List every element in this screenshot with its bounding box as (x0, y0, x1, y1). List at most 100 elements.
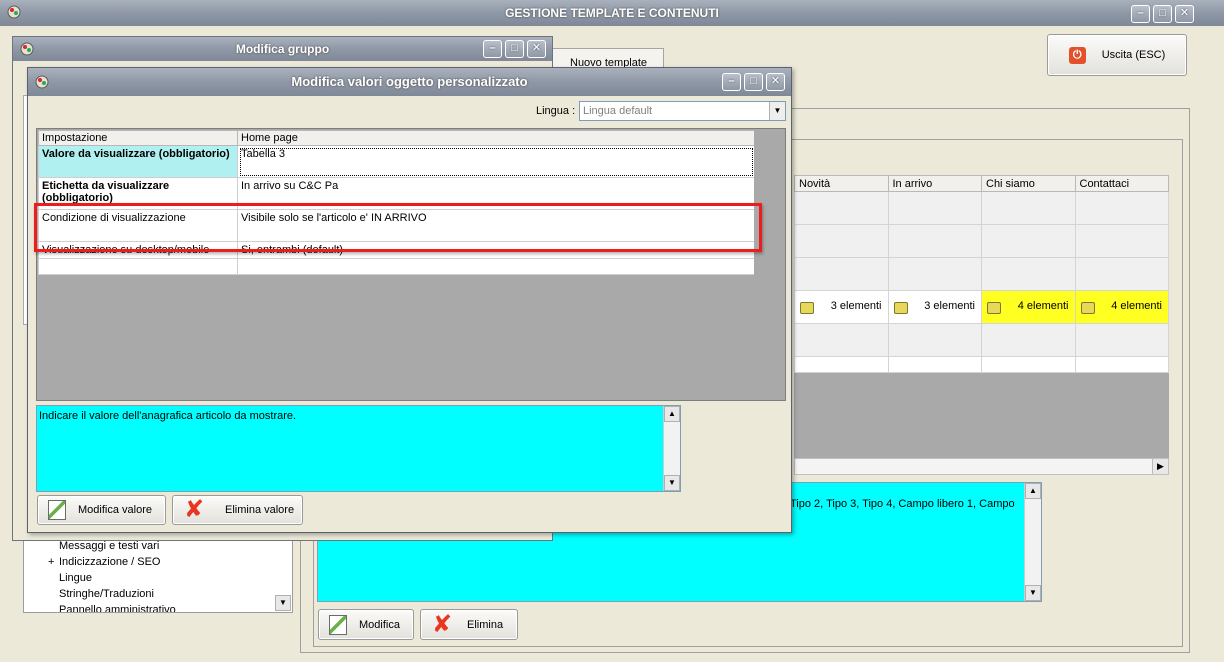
grid-cell[interactable] (794, 356, 889, 373)
minimize-icon[interactable]: – (483, 40, 502, 58)
close-icon[interactable]: ✕ (766, 73, 785, 91)
grid-cell[interactable] (887, 224, 982, 258)
grid-cell[interactable] (1074, 191, 1169, 225)
close-icon[interactable]: ✕ (527, 40, 546, 58)
language-label: Lingua : (536, 105, 576, 117)
chevron-down-icon[interactable]: ▼ (769, 102, 785, 120)
scroll-down-icon[interactable]: ▼ (1025, 585, 1041, 601)
settings-tree[interactable]: Messaggi e testi vari + Indicizzazione /… (23, 530, 293, 613)
grid-cell[interactable] (887, 323, 982, 357)
properties-header[interactable]: Home page (237, 130, 755, 146)
grid-cell[interactable] (981, 224, 1076, 258)
edit-icon (329, 614, 347, 635)
template-description-text: Tipo 2, Tipo 3, Tipo 4, Campo libero 1, … (790, 498, 1015, 510)
highlight-box (34, 203, 762, 252)
group-titlebar: Modifica gruppo – □ ✕ (13, 37, 552, 61)
grid-cell[interactable] (1074, 224, 1169, 258)
grid-cell[interactable] (794, 191, 889, 225)
grid-cell[interactable] (887, 257, 982, 291)
maximize-icon[interactable]: □ (505, 40, 524, 58)
values-titlebar: Modifica valori oggetto personalizzato –… (28, 68, 791, 96)
grid-horizontal-scrollbar[interactable]: ▶ (794, 458, 1169, 475)
grid-cell[interactable] (1074, 323, 1169, 357)
grid-header[interactable]: Novità (794, 175, 889, 192)
modifica-valore-label: Modifica valore (78, 504, 152, 516)
template-grid: Novità In arrivo Chi siamo Contattaci 3 … (794, 175, 1169, 475)
properties-grid: Impostazione Home page Valore da visuali… (36, 128, 786, 401)
values-window-title: Modifica valori oggetto personalizzato (291, 74, 528, 89)
folder-icon (800, 302, 814, 314)
grid-count-cell[interactable]: 3 elementi (794, 290, 889, 324)
grid-cell[interactable] (981, 323, 1076, 357)
elimina-valore-label: Elimina valore (225, 504, 295, 516)
minimize-icon[interactable]: – (1131, 5, 1150, 23)
edit-icon (48, 500, 66, 520)
count-label: 4 elementi (1017, 300, 1069, 312)
delete-icon: ✘ (183, 496, 205, 523)
folder-icon (893, 302, 908, 314)
scroll-up-icon[interactable]: ▲ (1025, 483, 1041, 499)
property-name[interactable]: Valore da visualizzare (obbligatorio) (38, 145, 238, 178)
values-window: Modifica valori oggetto personalizzato –… (27, 67, 792, 533)
grid-cell[interactable] (794, 323, 889, 357)
maximize-icon[interactable]: □ (744, 73, 763, 91)
grid-cell[interactable] (794, 257, 889, 291)
close-icon[interactable]: ✕ (1175, 5, 1194, 23)
delete-icon: ✘ (431, 610, 453, 638)
modifica-valore-button[interactable]: Modifica valore (37, 495, 166, 525)
grid-count-cell[interactable]: 4 elementi (981, 290, 1076, 324)
language-select[interactable]: Lingua default ▼ (579, 101, 786, 121)
minimize-icon[interactable]: – (722, 73, 741, 91)
modifica-label: Modifica (359, 618, 400, 631)
group-window-title: Modifica gruppo (235, 42, 330, 56)
elimina-button[interactable]: ✘ Elimina (420, 609, 518, 640)
grid-header[interactable]: In arrivo (887, 175, 982, 192)
grid-cell[interactable] (794, 224, 889, 258)
grid-cell[interactable] (1074, 356, 1169, 373)
tree-item[interactable]: Pannello amministrativo (59, 604, 176, 612)
scroll-right-icon[interactable]: ▶ (1152, 459, 1168, 474)
grid-cell[interactable] (887, 356, 982, 373)
elimina-label: Elimina (467, 618, 504, 631)
properties-header[interactable]: Impostazione (38, 130, 238, 146)
grid-count-cell[interactable]: 4 elementi (1074, 290, 1169, 324)
app-icon (7, 5, 21, 19)
scroll-down-icon[interactable]: ▼ (275, 595, 291, 611)
tree-item[interactable]: Stringhe/Traduzioni (59, 588, 154, 600)
exit-button[interactable]: ⏻ Uscita (ESC) (1047, 34, 1187, 76)
maximize-icon[interactable]: □ (1153, 5, 1172, 23)
scroll-up-icon[interactable]: ▲ (664, 406, 680, 422)
tree-item[interactable]: Indicizzazione / SEO (59, 556, 161, 568)
grid-count-cell[interactable]: 3 elementi (887, 290, 982, 324)
folder-icon (1080, 302, 1095, 314)
tree-item[interactable]: Lingue (59, 572, 92, 584)
grid-header[interactable]: Contattaci (1074, 175, 1169, 192)
count-label: 3 elementi (830, 300, 882, 312)
tree-item[interactable]: Messaggi e testi vari (59, 540, 159, 552)
app-icon (35, 75, 49, 89)
count-label: 4 elementi (1111, 300, 1162, 312)
power-icon: ⏻ (1068, 46, 1086, 64)
property-description-box[interactable]: Indicare il valore dell'anagrafica artic… (36, 405, 681, 492)
expand-icon[interactable]: + (48, 556, 54, 568)
property-description-text: Indicare il valore dell'anagrafica artic… (39, 410, 297, 422)
scroll-down-icon[interactable]: ▼ (664, 475, 680, 491)
property-name[interactable] (38, 258, 238, 275)
grid-cell[interactable] (981, 257, 1076, 291)
main-window-title: GESTIONE TEMPLATE E CONTENUTI (505, 6, 719, 20)
description-scrollbar[interactable]: ▲ ▼ (1024, 483, 1041, 601)
grid-cell[interactable] (1074, 257, 1169, 291)
property-value[interactable] (237, 258, 755, 275)
language-value: Lingua default (583, 105, 653, 117)
grid-header[interactable]: Chi siamo (981, 175, 1076, 192)
count-label: 3 elementi (924, 300, 975, 312)
grid-cell[interactable] (887, 191, 982, 225)
modifica-button[interactable]: Modifica (318, 609, 414, 640)
folder-icon (987, 302, 1001, 314)
grid-cell[interactable] (981, 191, 1076, 225)
description-scrollbar[interactable]: ▲ ▼ (663, 406, 680, 491)
app-icon (20, 42, 34, 56)
elimina-valore-button[interactable]: ✘ Elimina valore (172, 495, 303, 525)
grid-cell[interactable] (981, 356, 1076, 373)
property-value[interactable]: Tabella 3 (237, 145, 755, 178)
